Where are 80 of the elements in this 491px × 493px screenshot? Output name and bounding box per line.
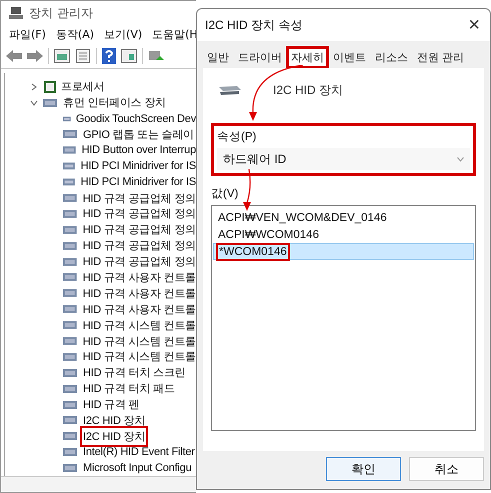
menu-item[interactable]: 동작(A) (56, 27, 94, 42)
tree-item[interactable]: HID 규격 공급업체 정의 (82, 190, 196, 206)
tree-item[interactable]: HID 규격 공급업체 정의 (82, 206, 196, 222)
tab[interactable]: 일반 (203, 47, 233, 68)
tree-item[interactable]: I2C HID 장치 (83, 428, 146, 444)
field-label: 속성(P) (217, 130, 258, 144)
forward-icon[interactable] (27, 50, 43, 62)
keyboard-icon (43, 96, 59, 109)
tree-item[interactable]: HID 규격 사용자 컨트롤 (82, 302, 196, 317)
tree-item[interactable]: HID 규격 시스템 컨트롤 (82, 334, 196, 349)
keyboard-icon (63, 240, 79, 252)
tree-item[interactable]: HID 규격 공급업체 정의 (82, 254, 196, 270)
keyboard-icon (63, 192, 79, 204)
window-icon[interactable] (54, 48, 70, 63)
menu-item[interactable]: 파일(F) (9, 27, 46, 42)
tree-item[interactable]: Microsoft Input Configu (83, 462, 192, 474)
tree-item[interactable]: HID Button over Interrup (82, 144, 196, 156)
tree-item[interactable]: HID 규격 시스템 컨트롤 (82, 349, 196, 364)
chip-icon (43, 80, 57, 94)
tree-item[interactable]: I2C HID 장치 (83, 412, 146, 428)
keyboard-icon (63, 287, 79, 300)
ok-button[interactable]: 확인 (326, 457, 401, 481)
keyboard-icon (63, 446, 79, 458)
keyboard-icon (63, 303, 79, 316)
dialog-title: I2C HID 장치 속성 (205, 16, 302, 34)
tree-item[interactable]: Goodix TouchScreen Dev (76, 112, 196, 125)
keyboard-icon (63, 271, 79, 284)
tab[interactable]: 이벤트 (329, 47, 370, 68)
document-icon[interactable] (75, 48, 91, 63)
tab[interactable]: 드라이버 (234, 47, 286, 68)
tree-item[interactable]: HID 규격 사용자 컨트롤 (82, 286, 196, 301)
chevron-down-icon (457, 156, 464, 162)
keyboard-icon (63, 208, 79, 220)
close-button[interactable]: × (458, 14, 490, 36)
keyboard-icon (63, 335, 79, 348)
back-icon[interactable] (6, 50, 22, 62)
keyboard-icon (63, 382, 79, 395)
keyboard-icon (63, 414, 79, 426)
keyboard-icon (63, 128, 79, 140)
tree-item[interactable]: Intel(R) HID Event Filter (83, 446, 195, 458)
device-icon (217, 84, 243, 98)
menu-item[interactable]: 보기(V) (104, 27, 142, 42)
property-dropdown[interactable]: 하드웨어 ID (217, 148, 470, 170)
tree-item[interactable]: 프로세서 (61, 79, 104, 94)
tab[interactable]: 리소스 (371, 47, 412, 68)
keyboard-icon (63, 144, 78, 156)
tree-item[interactable]: HID 규격 사용자 컨트롤 (82, 270, 196, 285)
menu-item[interactable]: 도움말(H (152, 27, 198, 42)
tree-item[interactable]: HID 규격 공급업체 정의 (82, 222, 196, 238)
value-item[interactable]: ACPI₩WCOM0146 (213, 226, 474, 243)
tree-item[interactable]: HID 규격 펜 (83, 397, 140, 412)
keyboard-icon (63, 176, 77, 188)
keyboard-icon (63, 398, 79, 411)
window-icon[interactable] (121, 48, 137, 63)
keyboard-icon (63, 256, 79, 268)
tree-item[interactable]: HID 규격 터치 패드 (83, 381, 175, 396)
tree-item[interactable]: 휴먼 인터페이스 장치 (63, 95, 166, 110)
keyboard-icon (63, 366, 79, 379)
tree-item[interactable]: HID 규격 공급업체 정의 (82, 238, 196, 254)
keyboard-icon (63, 462, 79, 474)
keyboard-icon (63, 350, 79, 363)
tab[interactable]: 자세히 (287, 47, 328, 68)
window-title: 장치 관리자 (29, 4, 93, 22)
tree-item[interactable]: GPIO 랩톱 또는 슬레이 (83, 126, 194, 142)
tab[interactable]: 전원 관리 (413, 47, 468, 68)
tree-item[interactable]: HID PCI Minidriver for IS (80, 176, 196, 188)
tree-item[interactable]: HID PCI Minidriver for IS (80, 160, 196, 172)
tree-item[interactable]: HID 규격 터치 스크린 (83, 365, 186, 380)
device-name: I2C HID 장치 (273, 82, 344, 99)
keyboard-icon (63, 319, 79, 332)
keyboard-icon (63, 430, 79, 442)
computer-icon (9, 6, 23, 20)
tree-item[interactable]: HID 규격 시스템 컨트롤 (82, 318, 196, 333)
keyboard-icon (63, 224, 79, 236)
keyboard-icon (63, 160, 77, 172)
value-item[interactable]: ACPI₩VEN_WCOM&DEV_0146 (213, 209, 474, 226)
cancel-button[interactable]: 취소 (409, 457, 484, 481)
help-icon[interactable] (102, 48, 116, 64)
field-label: 값(V) (211, 187, 238, 201)
value-item[interactable]: *WCOM0146 (213, 243, 474, 260)
